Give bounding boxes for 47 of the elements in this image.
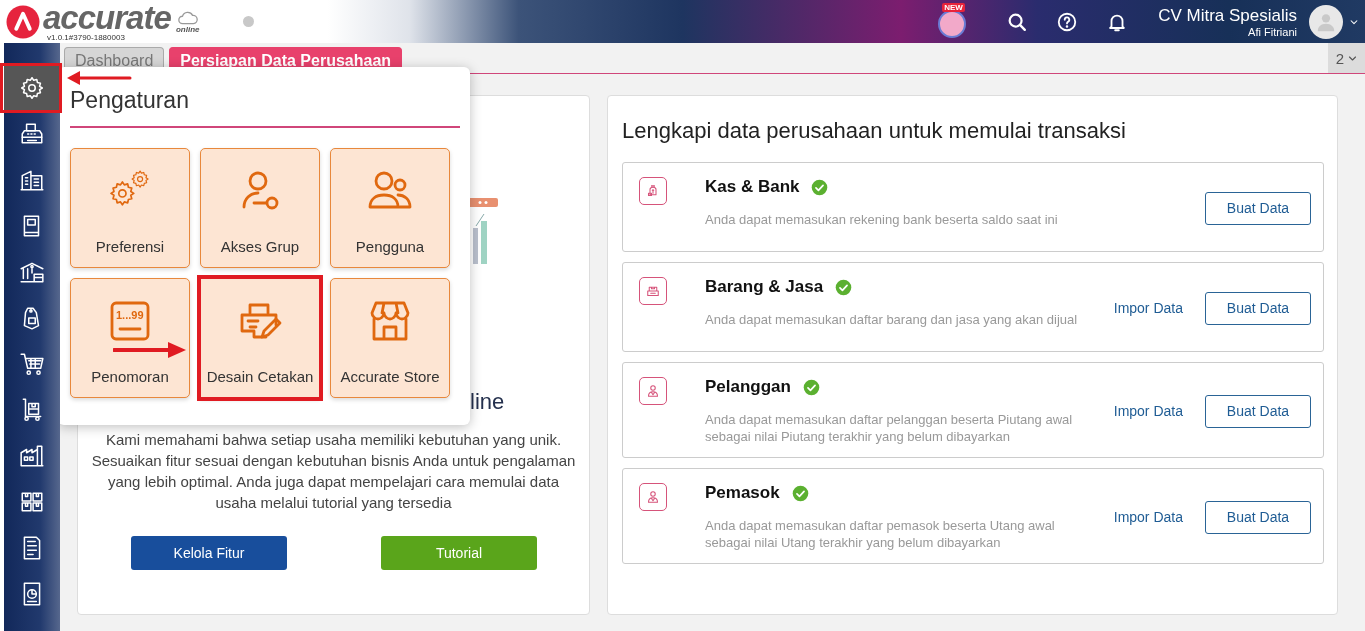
pointer-arrow <box>66 70 132 86</box>
manage-features-button[interactable]: Kelola Fitur <box>131 536 287 570</box>
settings-icon <box>19 75 45 101</box>
company-name: CV Mitra Spesialis <box>1158 5 1297 26</box>
item-title: Pelanggan <box>705 377 791 397</box>
brand-name: accurate <box>43 1 171 34</box>
logo-icon <box>5 3 41 40</box>
item-icon <box>639 377 667 405</box>
menu-tile[interactable]: Akses Grup <box>200 148 320 268</box>
create-data-button[interactable]: Buat Data <box>1205 394 1311 428</box>
item-icon <box>639 483 667 511</box>
item-icon <box>639 177 667 205</box>
version-label: v1.0.1#3790-1880003 <box>47 34 126 42</box>
avatar-icon[interactable] <box>1309 4 1343 39</box>
item-icon <box>639 277 667 305</box>
item-description: Anda dapat memasukan daftar pemasok beserta Utang awal sebagai nilai Utang terakhir yang belum dibayarkan <box>705 517 1056 551</box>
chevron-down-icon <box>1348 53 1357 63</box>
menu-title: Pengaturan <box>70 87 460 128</box>
item-title: Barang & Jasa <box>705 277 824 297</box>
brand-suffix: online <box>176 26 200 34</box>
import-link[interactable]: Impor Data <box>1113 509 1183 525</box>
item-title: Kas & Bank <box>705 177 800 197</box>
create-data-button[interactable]: Buat Data <box>1205 291 1311 325</box>
help-icon[interactable] <box>1056 10 1079 33</box>
icon-label: 1...99 <box>116 309 144 321</box>
create-data-button[interactable]: Buat Data <box>1205 191 1311 225</box>
item-description: Anda dapat memasukan daftar barang dan jasa yang akan dijual <box>705 311 1079 328</box>
cart-icon <box>19 351 45 377</box>
checklist-title: Lengkapi data perusahaan untuk memulai transaksi <box>622 118 1127 144</box>
import-link[interactable]: Impor Data <box>1113 403 1183 419</box>
tab-count-dropdown[interactable]: 2 <box>1327 43 1365 73</box>
item-description: Anda dapat memasukan daftar pelanggan beserta Piutang awal sebagai nilai Piutang terakhir yang belum dibayarkan <box>705 411 1074 445</box>
warehouse-icon <box>19 443 45 469</box>
menu-tile[interactable]: Pengguna <box>330 148 450 268</box>
create-data-button[interactable]: Buat Data <box>1205 500 1311 534</box>
intro-heading: line <box>470 389 506 415</box>
intro-text: Kami memahami bahwa setiap usaha memiliki kebutuhan yang unik. Sesuaikan fitur sesuai dengan kebutuhan bisnis Anda untuk pengalaman yang lebih optimal. Anda juga dapat mempelajari cara memulai data usaha melalui tutorial yang tersedia <box>90 430 577 513</box>
menu-tile[interactable]: Penomoran 1...99 <box>70 278 190 398</box>
avatar-button[interactable] <box>938 9 967 38</box>
menu-tile[interactable]: Preferensi <box>70 148 190 268</box>
item-title: Pemasok <box>705 483 780 503</box>
new-badge: NEW <box>942 2 965 12</box>
status-dot <box>242 16 254 27</box>
menu-tile[interactable]: Accurate Store <box>330 278 450 398</box>
user-name: Afi Fitriani <box>1248 25 1297 38</box>
import-link[interactable]: Impor Data <box>1113 300 1183 316</box>
item-description: Anda dapat memasukan rekening bank beserta saldo saat ini <box>705 211 1059 228</box>
